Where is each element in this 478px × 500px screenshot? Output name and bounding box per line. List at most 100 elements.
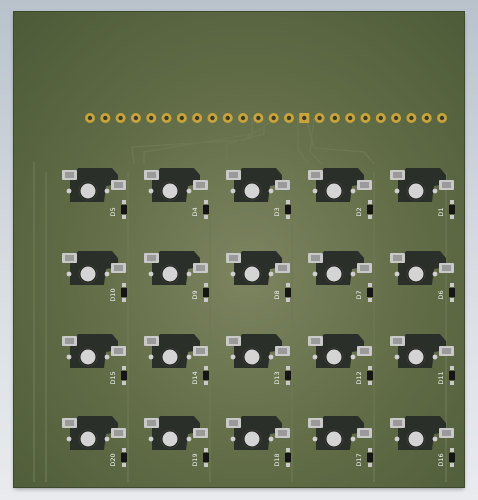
socket-pad-left-inner	[147, 255, 156, 261]
diode-body	[121, 371, 127, 380]
socket-pad-right-inner	[442, 265, 451, 271]
socket-pad-right-inner	[442, 430, 451, 436]
diode-pad	[122, 463, 126, 467]
switch-center-hole-plating	[80, 266, 96, 282]
switch-center-hole-plating	[244, 349, 260, 365]
header-pad-hole	[271, 115, 276, 121]
switch-mount-hole	[66, 188, 72, 194]
diode-pad	[204, 283, 208, 287]
pcb-trace	[305, 117, 375, 165]
socket-pad-left-inner	[311, 338, 320, 344]
diode-label: D17	[355, 453, 363, 466]
switch-footprint: D3	[226, 168, 291, 219]
diode-label: D15	[109, 371, 117, 384]
socket-pad-left-inner	[393, 338, 402, 344]
socket-pad-right-inner	[360, 430, 369, 436]
switch-mount-hole	[268, 271, 274, 277]
diode-pad	[204, 298, 208, 302]
switch-center-hole-plating	[244, 431, 260, 447]
switch-mount-hole	[394, 354, 400, 360]
diode-body	[367, 371, 373, 380]
switch-mount-hole	[148, 271, 154, 277]
diode-body	[203, 205, 209, 214]
header-pad-hole	[286, 115, 292, 121]
diode-body	[203, 371, 209, 380]
switch-footprint: D9	[144, 251, 209, 302]
switch-mount-hole	[312, 271, 318, 277]
diode-label: D1	[437, 207, 445, 216]
diode-pad	[450, 283, 454, 287]
diode-pad	[286, 463, 290, 467]
diode-pad	[450, 366, 454, 370]
switch-footprint: D16	[390, 416, 455, 467]
diode-body	[449, 453, 455, 462]
switch-center-hole-plating	[162, 266, 178, 282]
socket-pad-right-inner	[114, 430, 123, 436]
switch-mount-hole	[104, 271, 110, 277]
switch-mount-hole	[432, 354, 438, 360]
diode-pad	[368, 200, 372, 204]
switch-footprint: D1	[390, 168, 455, 219]
socket-pad-left-inner	[393, 420, 402, 426]
socket-pad-left-inner	[229, 255, 238, 261]
switch-mount-hole	[104, 354, 110, 360]
header-pad-hole	[256, 115, 261, 121]
diode-label: D18	[273, 453, 281, 466]
pcb-render: D5 D4 D3 D2 D1 D10 D9 D8 D7 D6 D15 D14 D13 D12 D11 D20 D…	[33, 113, 455, 482]
switch-footprint: D14	[144, 334, 209, 385]
switch-mount-hole	[148, 188, 154, 194]
switch-center-hole-plating	[408, 349, 424, 365]
diode-pad	[368, 366, 372, 370]
header-pad-hole	[424, 115, 429, 121]
diode-pad	[204, 215, 208, 219]
socket-pad-left-inner	[147, 338, 156, 344]
diode-pad	[286, 283, 290, 287]
header-pad-hole	[302, 115, 307, 121]
switch-footprint: D6	[390, 251, 455, 302]
diode-pad	[450, 298, 454, 302]
diode-pad	[204, 366, 208, 370]
header-pad-hole	[240, 115, 246, 121]
socket-pad-left-inner	[147, 420, 156, 426]
switch-mount-hole	[268, 436, 274, 442]
switch-mount-hole	[230, 436, 236, 442]
switch-mount-hole	[66, 354, 72, 360]
socket-pad-right-inner	[114, 182, 123, 188]
pin-header	[85, 113, 447, 123]
switch-mount-hole	[186, 436, 192, 442]
switch-center-hole-plating	[326, 266, 342, 282]
socket-pad-left-inner	[311, 420, 320, 426]
socket-pad-right-inner	[360, 182, 369, 188]
socket-pad-left-inner	[311, 255, 320, 261]
diode-pad	[286, 215, 290, 219]
socket-pad-left-inner	[229, 338, 238, 344]
switch-footprint: D2	[308, 168, 373, 219]
header-pad-hole	[133, 115, 139, 121]
diode-label: D11	[437, 371, 445, 384]
diode-label: D13	[273, 371, 281, 384]
diode-pad	[122, 298, 126, 302]
diode-body	[121, 453, 127, 462]
diode-pad	[286, 200, 290, 204]
switch-mount-hole	[312, 436, 318, 442]
diode-pad	[286, 298, 290, 302]
header-pad-hole	[164, 115, 169, 121]
diode-label: D12	[355, 371, 363, 384]
switch-mount-hole	[432, 436, 438, 442]
diode-pad	[368, 448, 372, 452]
diode-label: D2	[355, 207, 363, 216]
header-pad-hole	[179, 115, 185, 121]
switch-mount-hole	[230, 271, 236, 277]
diode-body	[285, 453, 291, 462]
socket-pad-left-inner	[65, 255, 74, 261]
switch-footprint: D7	[308, 251, 373, 302]
pcb-3d-viewport[interactable]: D5 D4 D3 D2 D1 D10 D9 D8 D7 D6 D15 D14 D13 D12 D11 D20 D…	[0, 0, 478, 500]
switch-center-hole-plating	[244, 183, 260, 199]
switch-mount-hole	[268, 188, 274, 194]
switch-mount-hole	[350, 271, 356, 277]
diode-label: D5	[109, 207, 117, 216]
socket-pad-right-inner	[114, 348, 123, 354]
switch-center-hole-plating	[408, 431, 424, 447]
socket-pad-right-inner	[196, 348, 205, 354]
header-pad-hole	[225, 115, 230, 121]
